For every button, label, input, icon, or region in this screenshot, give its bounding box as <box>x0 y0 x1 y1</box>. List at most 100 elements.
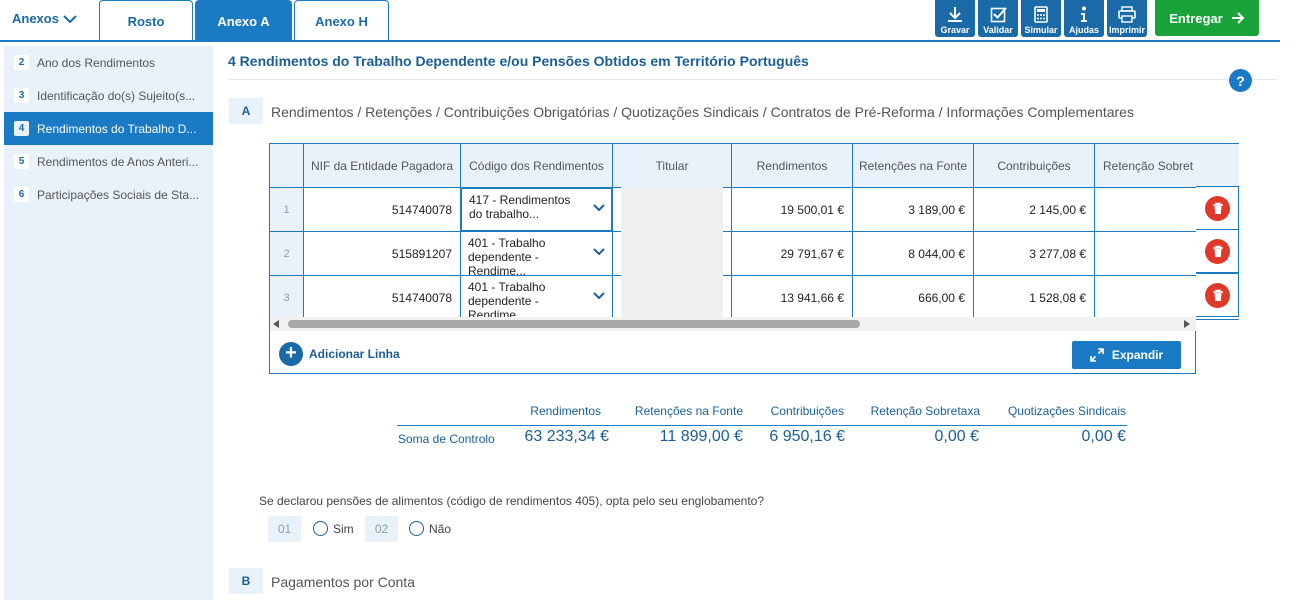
contribuicoes-cell[interactable]: 1 528,08 € <box>973 275 1095 320</box>
scroll-right-icon[interactable] <box>1184 320 1190 328</box>
rendimentos-cell[interactable]: 29 791,67 € <box>731 231 853 276</box>
delete-row-button[interactable] <box>1205 196 1230 221</box>
total-header: Quotizações Sindicais <box>1007 404 1126 418</box>
gravar-button[interactable]: Gravar <box>935 0 975 37</box>
column-header: Retenção Sobret <box>1094 143 1239 188</box>
simular-label: Simular <box>1024 25 1058 35</box>
rendimentos-cell[interactable]: 19 500,01 € <box>731 187 853 232</box>
retencoes-cell[interactable]: 3 189,00 € <box>852 187 974 232</box>
quadro-b-letter: B <box>229 568 263 594</box>
total-header: Retenções na Fonte <box>634 404 743 418</box>
sidebar-item-ano-rendimentos[interactable]: 2 Ano dos Rendimentos <box>4 46 213 79</box>
row-number: 1 <box>269 187 304 232</box>
titular-select[interactable] <box>612 231 732 277</box>
scroll-left-icon[interactable] <box>273 320 279 328</box>
download-icon <box>948 7 962 22</box>
validar-button[interactable]: Validar <box>978 0 1018 37</box>
tab-label: Rosto <box>127 13 165 29</box>
entregar-label: Entregar <box>1169 10 1223 26</box>
retencoes-cell[interactable]: 666,00 € <box>852 275 974 320</box>
radio-nao[interactable] <box>409 521 424 536</box>
validar-label: Validar <box>983 25 1013 35</box>
title-divider <box>228 79 1278 80</box>
retencoes-cell[interactable]: 8 044,00 € <box>852 231 974 276</box>
sidebar-item-label: Ano dos Rendimentos <box>37 55 156 70</box>
row-number: 3 <box>269 275 304 320</box>
column-header: NIF da Entidade Pagadora <box>303 143 461 188</box>
column-header: Contribuições <box>973 143 1095 188</box>
expand-icon <box>1090 348 1104 362</box>
sidebar-item-number: 4 <box>14 121 29 136</box>
nif-cell[interactable]: 514740078 <box>303 187 461 232</box>
top-bar: Anexos Rosto Anexo A Anexo H Gravar Vali… <box>0 0 1312 42</box>
scrollbar-thumb[interactable] <box>288 320 860 328</box>
redacted-titular <box>621 231 723 277</box>
total-value: 63 233,34 € <box>524 428 609 445</box>
sidebar-item-label: Rendimentos de Anos Anteri... <box>37 154 199 169</box>
tab-label: Anexo A <box>217 13 270 29</box>
delete-row-button[interactable] <box>1205 239 1230 264</box>
sidebar-item-number: 3 <box>14 88 29 103</box>
delete-row-button[interactable] <box>1205 283 1230 308</box>
redacted-titular <box>621 187 723 233</box>
table-header-row: NIF da Entidade Pagadora Código dos Rend… <box>269 143 1239 188</box>
titular-select[interactable] <box>612 187 732 233</box>
codigo-select[interactable]: 401 - Trabalho dependente - Rendime... <box>460 231 613 276</box>
arrow-right-icon <box>1231 12 1245 24</box>
trash-icon <box>1212 202 1223 214</box>
row-number: 2 <box>269 231 304 276</box>
totals-divider <box>397 425 1127 426</box>
sidebar-item-number: 2 <box>14 55 29 70</box>
delete-cell <box>1196 229 1239 273</box>
tab-anexo-h[interactable]: Anexo H <box>294 0 389 41</box>
tab-anexo-a[interactable]: Anexo A <box>195 0 292 41</box>
ajudas-label: Ajudas <box>1068 25 1099 35</box>
codigo-select[interactable]: 417 - Rendimentos do trabalho... <box>460 187 613 232</box>
imprimir-button[interactable]: Imprimir <box>1107 0 1147 37</box>
quadro-b-title[interactable]: Pagamentos por Conta <box>271 574 415 590</box>
tab-label: Anexo H <box>315 13 368 29</box>
sidebar-item-number: 6 <box>14 187 29 202</box>
info-icon <box>1081 6 1087 22</box>
contribuicoes-cell[interactable]: 3 277,08 € <box>973 231 1095 276</box>
trash-icon <box>1212 245 1223 257</box>
help-icon: ? <box>1236 72 1245 89</box>
nif-cell[interactable]: 515891207 <box>303 231 461 276</box>
add-line-label: Adicionar Linha <box>309 347 400 361</box>
anexos-menu[interactable]: Anexos <box>12 11 77 26</box>
horizontal-scrollbar[interactable] <box>270 317 1196 331</box>
total-header: Retenção Sobretaxa <box>870 404 980 418</box>
add-line-button[interactable]: + Adicionar Linha <box>279 342 400 366</box>
entregar-button[interactable]: Entregar <box>1155 0 1259 36</box>
sidebar-item-number: 5 <box>14 154 29 169</box>
tab-rosto[interactable]: Rosto <box>99 0 193 41</box>
column-header: Rendimentos <box>731 143 853 188</box>
totals-label: Soma de Controlo <box>398 432 495 446</box>
sidebar-item-identificacao[interactable]: 3 Identificação do(s) Sujeito(s... <box>4 79 213 112</box>
codigo-select[interactable]: 401 - Trabalho dependente - Rendime... <box>460 275 613 320</box>
rendimentos-cell[interactable]: 13 941,66 € <box>731 275 853 320</box>
expand-button[interactable]: Expandir <box>1072 341 1181 369</box>
sidebar-item-anos-anteriores[interactable]: 5 Rendimentos de Anos Anteri... <box>4 145 213 178</box>
help-button[interactable]: ? <box>1229 69 1252 92</box>
table-row: 1 514740078 417 - Rendimentos do trabalh… <box>269 187 1239 233</box>
expand-label: Expandir <box>1111 348 1164 362</box>
radio-sim-label: Sim <box>333 522 354 536</box>
sidebar: 2 Ano dos Rendimentos 3 Identificação do… <box>4 46 213 600</box>
radio-sim[interactable] <box>313 521 328 536</box>
sidebar-item-rendimentos-trabalho[interactable]: 4 Rendimentos do Trabalho D... <box>4 112 213 145</box>
simular-button[interactable]: Simular <box>1021 0 1061 37</box>
contribuicoes-cell[interactable]: 2 145,00 € <box>973 187 1095 232</box>
total-value: 0,00 € <box>934 428 979 445</box>
sidebar-item-participacoes-sociais[interactable]: 6 Participações Sociais de Sta... <box>4 178 213 211</box>
nif-cell[interactable]: 514740078 <box>303 275 461 320</box>
quadro-a-letter: A <box>229 98 263 124</box>
codigo-select-value: 417 - Rendimentos do trabalho... <box>461 188 612 231</box>
column-header: Retenções na Fonte <box>852 143 974 188</box>
titular-select[interactable] <box>612 275 732 321</box>
ajudas-button[interactable]: Ajudas <box>1064 0 1104 37</box>
delete-cell <box>1196 273 1239 317</box>
printer-icon <box>1118 6 1136 23</box>
radio-nao-label: Não <box>429 522 452 536</box>
sidebar-item-label: Rendimentos do Trabalho D... <box>37 121 197 136</box>
